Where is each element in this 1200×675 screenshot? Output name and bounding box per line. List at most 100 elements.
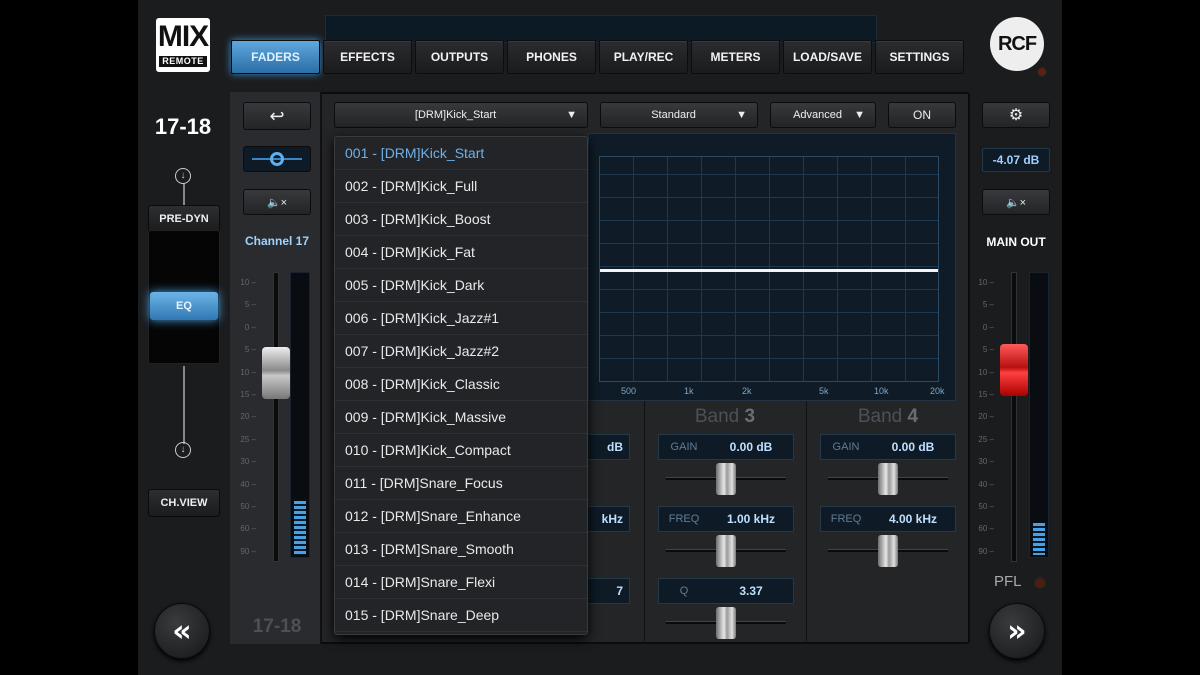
- next-page-button[interactable]: »: [989, 603, 1045, 659]
- preset-menu-item[interactable]: 005 - [DRM]Kick_Dark: [335, 269, 587, 302]
- freq-tick: 1k: [684, 386, 694, 396]
- band-3-gain[interactable]: GAIN 0.00 dB: [658, 434, 794, 460]
- band-3-q-slider[interactable]: [716, 607, 736, 639]
- chevron-down-icon: ▼: [736, 109, 747, 121]
- pfl-label: PFL: [994, 573, 1022, 590]
- preset-menu-item[interactable]: 001 - [DRM]Kick_Start: [335, 137, 587, 170]
- chevron-down-icon: ▼: [854, 109, 865, 121]
- gear-icon[interactable]: ⚙: [982, 102, 1050, 128]
- tab-play-rec[interactable]: PLAY/REC: [599, 40, 688, 74]
- preset-menu-item[interactable]: 011 - [DRM]Snare_Focus: [335, 467, 587, 500]
- scale-tick: 5 –: [244, 345, 256, 355]
- tab-settings[interactable]: SETTINGS: [875, 40, 964, 74]
- channel-name: Channel 17: [244, 234, 310, 248]
- meter-fill: [1033, 523, 1045, 555]
- main-out-level: -4.07 dB: [982, 148, 1050, 172]
- tab-faders[interactable]: FADERS: [231, 40, 320, 74]
- eq-view-value: Advanced: [793, 109, 843, 121]
- preset-menu-item[interactable]: 003 - [DRM]Kick_Boost: [335, 203, 587, 236]
- scale-tick: 20 –: [240, 412, 256, 422]
- back-icon[interactable]: ↩: [243, 102, 311, 130]
- preset-menu: 001 - [DRM]Kick_Start 002 - [DRM]Kick_Fu…: [334, 136, 588, 635]
- freq-tick: 2k: [742, 386, 752, 396]
- prev-page-button[interactable]: «: [154, 603, 210, 659]
- main-out-level-meter: [1029, 272, 1049, 558]
- signal-line: [183, 366, 185, 444]
- preset-menu-item[interactable]: 009 - [DRM]Kick_Massive: [335, 401, 587, 434]
- rcf-logo: RCF: [990, 17, 1044, 71]
- main-out-label: MAIN OUT: [986, 235, 1046, 249]
- scale-tick: 0 –: [982, 322, 994, 332]
- channel-pair-label: 17-18: [154, 114, 212, 139]
- logo-remote-text: REMOTE: [159, 56, 207, 67]
- preset-menu-item[interactable]: 002 - [DRM]Kick_Full: [335, 170, 587, 203]
- eq-response-graph[interactable]: 500 1k 2k 5k 10k 20k: [588, 133, 956, 401]
- scale-tick: 90 –: [978, 546, 994, 556]
- band-3-title: Band 3: [694, 406, 756, 427]
- freq-tick: 500: [621, 386, 637, 396]
- preset-menu-item[interactable]: 015 - [DRM]Snare_Deep: [335, 599, 587, 632]
- freq-tick: 5k: [819, 386, 829, 396]
- preset-value: [DRM]Kick_Start: [414, 109, 497, 121]
- preset-menu-item[interactable]: 013 - [DRM]Snare_Smooth: [335, 533, 587, 566]
- band-4-gain[interactable]: GAIN 0.00 dB: [820, 434, 956, 460]
- preset-dropdown[interactable]: [DRM]Kick_Start ▼: [334, 102, 588, 128]
- ch-view-button[interactable]: CH.VIEW: [148, 489, 220, 517]
- preset-menu-item[interactable]: 007 - [DRM]Kick_Jazz#2: [335, 335, 587, 368]
- scale-tick: 5 –: [244, 300, 256, 310]
- scale-tick: 30 –: [978, 457, 994, 467]
- preset-menu-item[interactable]: 008 - [DRM]Kick_Classic: [335, 368, 587, 401]
- channel-fader-track: [273, 272, 279, 562]
- band-3-gain-slider[interactable]: [716, 463, 736, 495]
- channel-fader-cap[interactable]: [262, 347, 290, 399]
- preset-menu-item[interactable]: 012 - [DRM]Snare_Enhance: [335, 500, 587, 533]
- preset-menu-item[interactable]: 010 - [DRM]Kick_Compact: [335, 434, 587, 467]
- scale-tick: 15 –: [978, 390, 994, 399]
- scale-tick: 10 –: [240, 278, 256, 287]
- meter-fill: [294, 501, 306, 555]
- freq-tick: 20k: [930, 386, 945, 396]
- band-3-freq[interactable]: FREQ 1.00 kHz: [658, 506, 794, 532]
- scale-tick: 5 –: [982, 300, 994, 310]
- logo-mix-text: MIX: [157, 20, 209, 53]
- channel-level-meter: [290, 272, 310, 558]
- pan-track: [252, 152, 302, 166]
- tab-load-save[interactable]: LOAD/SAVE: [783, 40, 872, 74]
- band-4-freq[interactable]: FREQ 4.00 kHz: [820, 506, 956, 532]
- tab-outputs[interactable]: OUTPUTS: [415, 40, 504, 74]
- main-out-fader-cap[interactable]: [1000, 344, 1028, 396]
- band-3-freq-slider[interactable]: [716, 535, 736, 567]
- graph-grid: [599, 156, 939, 382]
- scale-tick: 10 –: [978, 278, 994, 287]
- scale-tick: 50 –: [240, 502, 256, 511]
- tab-effects[interactable]: EFFECTS: [323, 40, 412, 74]
- pre-dyn-button[interactable]: PRE-DYN: [148, 205, 220, 233]
- preset-menu-item[interactable]: 006 - [DRM]Kick_Jazz#1: [335, 302, 587, 335]
- main-out-fader-track: [1011, 272, 1017, 562]
- pfl-indicator[interactable]: [1034, 577, 1046, 589]
- preset-menu-item[interactable]: 014 - [DRM]Snare_Flexi: [335, 566, 587, 599]
- strip-footer-label: 17-18: [252, 616, 302, 637]
- tab-meters[interactable]: METERS: [691, 40, 780, 74]
- eq-button[interactable]: EQ: [150, 292, 218, 320]
- scale-tick: 5 –: [982, 345, 994, 355]
- tab-phones[interactable]: PHONES: [507, 40, 596, 74]
- channel-mute-button[interactable]: 🔈×: [243, 189, 311, 215]
- band-4-freq-slider[interactable]: [878, 535, 898, 567]
- chevron-down-icon: ▼: [566, 109, 577, 121]
- scale-tick: 20 –: [978, 412, 994, 422]
- freq-tick: 10k: [874, 386, 889, 396]
- eq-view-dropdown[interactable]: Advanced ▼: [770, 102, 876, 128]
- band-4-gain-slider[interactable]: [878, 463, 898, 495]
- scale-tick: 30 –: [240, 457, 256, 467]
- mute-icon: 🔈×: [1005, 196, 1027, 209]
- preset-menu-item[interactable]: 004 - [DRM]Kick_Fat: [335, 236, 587, 269]
- top-display: [325, 15, 877, 43]
- pan-knob[interactable]: [243, 146, 311, 172]
- band-3-q[interactable]: Q 3.37: [658, 578, 794, 604]
- eq-mode-dropdown[interactable]: Standard ▼: [600, 102, 758, 128]
- scale-tick: 10 –: [978, 367, 994, 377]
- main-out-mute-button[interactable]: 🔈×: [982, 189, 1050, 215]
- mix-remote-app: MIX REMOTE RCF FADERS EFFECTS OUTPUTS PH…: [138, 0, 1062, 675]
- eq-on-button[interactable]: ON: [888, 102, 956, 128]
